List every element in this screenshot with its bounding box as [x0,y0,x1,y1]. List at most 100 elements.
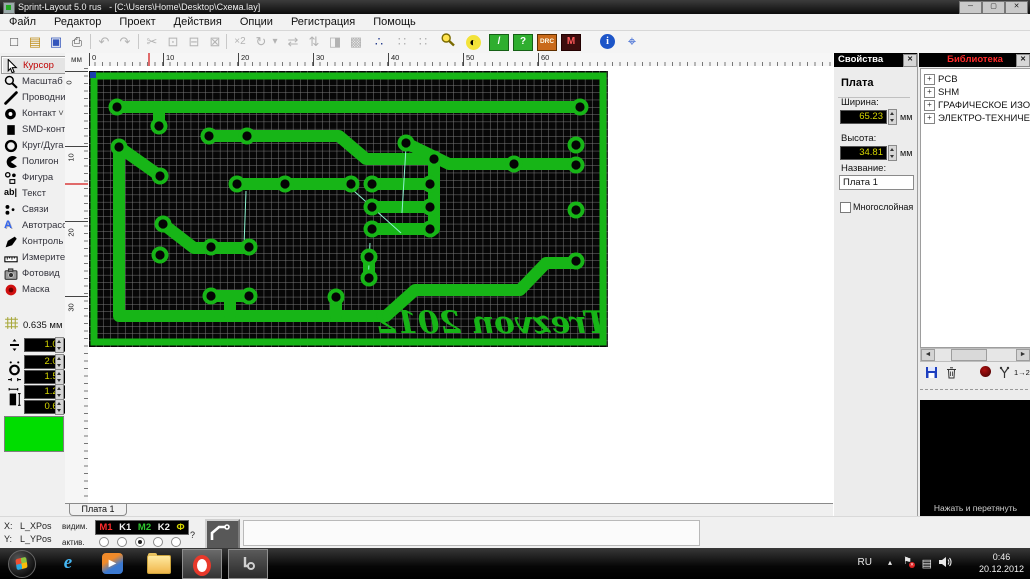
cut-icon[interactable]: ✂ [142,32,162,51]
library-preview[interactable]: Нажать и перетянуть [920,400,1030,517]
layer-visibility-chips[interactable]: М1 K1 М2 K2 Ф [95,520,189,535]
library-item-pcb[interactable]: + PCB [924,73,958,85]
tool-circle-arc[interactable]: Круг/Дуга [1,137,64,153]
raster-icon[interactable]: ▩ [346,32,366,51]
properties-close-button[interactable]: ✕ [903,54,917,67]
library-item-shm[interactable]: + SHM [924,86,959,98]
tray-expand-icon[interactable]: ▴ [888,558,892,567]
library-header[interactable]: Библиотека [919,53,1030,67]
redo-icon[interactable]: ↷ [115,32,135,51]
menu-options[interactable]: Опции [231,14,282,30]
grid-setting[interactable]: 0.635 мм [4,316,62,335]
layer-help[interactable]: ? [190,530,195,540]
tool-text[interactable]: ab| Текст [1,185,64,201]
library-item-electro[interactable]: +ЭЛЕКТРО-ТЕХНИЧЕСК [924,112,1030,124]
footprint-a-icon[interactable]: ∷ [392,32,412,51]
layer-chip-m2[interactable]: М2 [138,522,151,533]
library-scrollbar[interactable]: ◄ ► [920,348,1030,362]
delete-icon[interactable]: ⊠ [205,32,225,51]
start-button[interactable] [8,550,36,578]
tool-connections[interactable]: Связи [1,201,64,217]
library-save-icon[interactable] [925,366,939,380]
paste-icon[interactable]: ⊟ [184,32,204,51]
menu-file[interactable]: Файл [0,14,45,30]
file-explorer-icon[interactable] [145,551,171,576]
menu-registration[interactable]: Регистрация [282,14,364,30]
minimize-button[interactable]: ─ [959,1,982,14]
tool-conductor[interactable]: Проводник [1,89,70,105]
action-center-flag-icon[interactable]: ⚑ ✕ [903,556,915,568]
menu-help[interactable]: Помощь [364,14,425,30]
undo-icon[interactable]: ↶ [94,32,114,51]
snap-icon[interactable]: ⌖ [622,32,642,51]
media-player-icon[interactable]: ▶ [100,551,126,576]
component-search-icon[interactable]: ? [513,34,533,51]
library-macro-dot-icon[interactable] [980,366,994,380]
library-item-graphic[interactable]: +ГРАФИЧЕСКОЕ ИЗОБР [924,99,1030,111]
opera-taskbar-button[interactable] [182,549,222,579]
info-icon[interactable]: i [600,34,615,49]
smd-height-spinner[interactable] [55,399,64,415]
menu-editor[interactable]: Редактор [45,14,110,30]
board-height-value[interactable]: 34.81 [840,146,887,160]
board-ruler-icon[interactable]: / [489,34,509,51]
library-fork-icon[interactable] [998,366,1012,380]
photoview-icon[interactable]: ◐ [463,32,483,51]
footprint-b-icon[interactable]: ∷ [413,32,433,51]
multilayer-checkbox[interactable] [840,202,851,213]
menu-project[interactable]: Проект [110,14,164,30]
tool-shape[interactable]: Фигура [1,169,64,185]
net-icon[interactable]: ∴ [369,32,389,51]
maximize-button[interactable]: ▢ [982,1,1005,14]
pad-outer-spinner[interactable] [55,354,64,370]
tool-zoom[interactable]: Масштаб [1,73,64,89]
close-button[interactable]: ✕ [1005,1,1028,14]
scroll-left-arrow[interactable]: ◄ [921,349,935,361]
active-layer-radio-f[interactable] [171,537,181,547]
tool-photoview[interactable]: Фотовид [1,265,64,281]
layer-color-swatch[interactable] [4,416,64,452]
board-canvas[interactable]: Trezvon 2012 [88,66,833,503]
board-name-input[interactable]: Плата 1 [839,175,914,190]
board-height-spinner[interactable] [888,145,897,161]
chevron-down-icon[interactable]: ˅ [58,108,64,119]
board-width-spinner[interactable] [888,109,897,125]
tool-measure[interactable]: Измеритель [1,249,75,265]
active-layer-radio-m2[interactable] [135,537,145,547]
open-folder-icon[interactable]: ▤ [25,32,45,51]
active-layer-radio-k1[interactable] [117,537,127,547]
taskbar-clock[interactable]: 0:46 20.12.2012 [979,551,1024,575]
library-one-to-two-icon[interactable]: 1→2 [1014,366,1030,380]
drc-icon[interactable]: DRC [537,34,557,51]
library-trash-icon[interactable] [945,366,959,380]
print-icon[interactable]: ⎙ [67,32,87,51]
zoom-tool-icon[interactable] [438,32,458,51]
mirror-vertical-icon[interactable]: ⇅ [304,32,324,51]
language-indicator[interactable]: RU [858,557,872,568]
copy-icon[interactable]: ⊡ [163,32,183,51]
track-width-spinner[interactable] [55,337,64,353]
internet-explorer-icon[interactable]: e [55,551,81,576]
active-layer-radio-m1[interactable] [99,537,109,547]
layer-chip-k2[interactable]: K2 [158,522,170,533]
layer-chip-f[interactable]: Ф [177,522,185,533]
board-width-value[interactable]: 65.23 [840,110,887,124]
library-close-button[interactable]: ✕ [1016,54,1030,67]
menu-actions[interactable]: Действия [165,14,231,30]
macro-icon[interactable]: M [561,34,581,51]
tool-autoroute[interactable]: A Автотрасса [1,217,72,233]
tool-contact[interactable]: Контакт ˅ [1,105,64,121]
layer-chip-k1[interactable]: K1 [119,522,131,533]
tool-cursor[interactable]: Курсор [1,56,66,74]
rotate-dropdown-icon[interactable]: ▾ [268,32,282,51]
pcb-board[interactable]: Trezvon 2012 [89,71,608,347]
mirror-horizontal-icon[interactable]: ⇄ [283,32,303,51]
save-icon[interactable]: ▣ [46,32,66,51]
tool-polygon[interactable]: Полигон [1,153,64,169]
trace-mode-button[interactable] [205,519,240,550]
tray-document-icon[interactable]: ▤ [922,557,932,570]
duplicate-icon[interactable]: ×2 [230,32,250,51]
group-icon[interactable]: ◨ [325,32,345,51]
new-file-icon[interactable]: □ [4,32,24,51]
active-layer-radio-k2[interactable] [153,537,163,547]
